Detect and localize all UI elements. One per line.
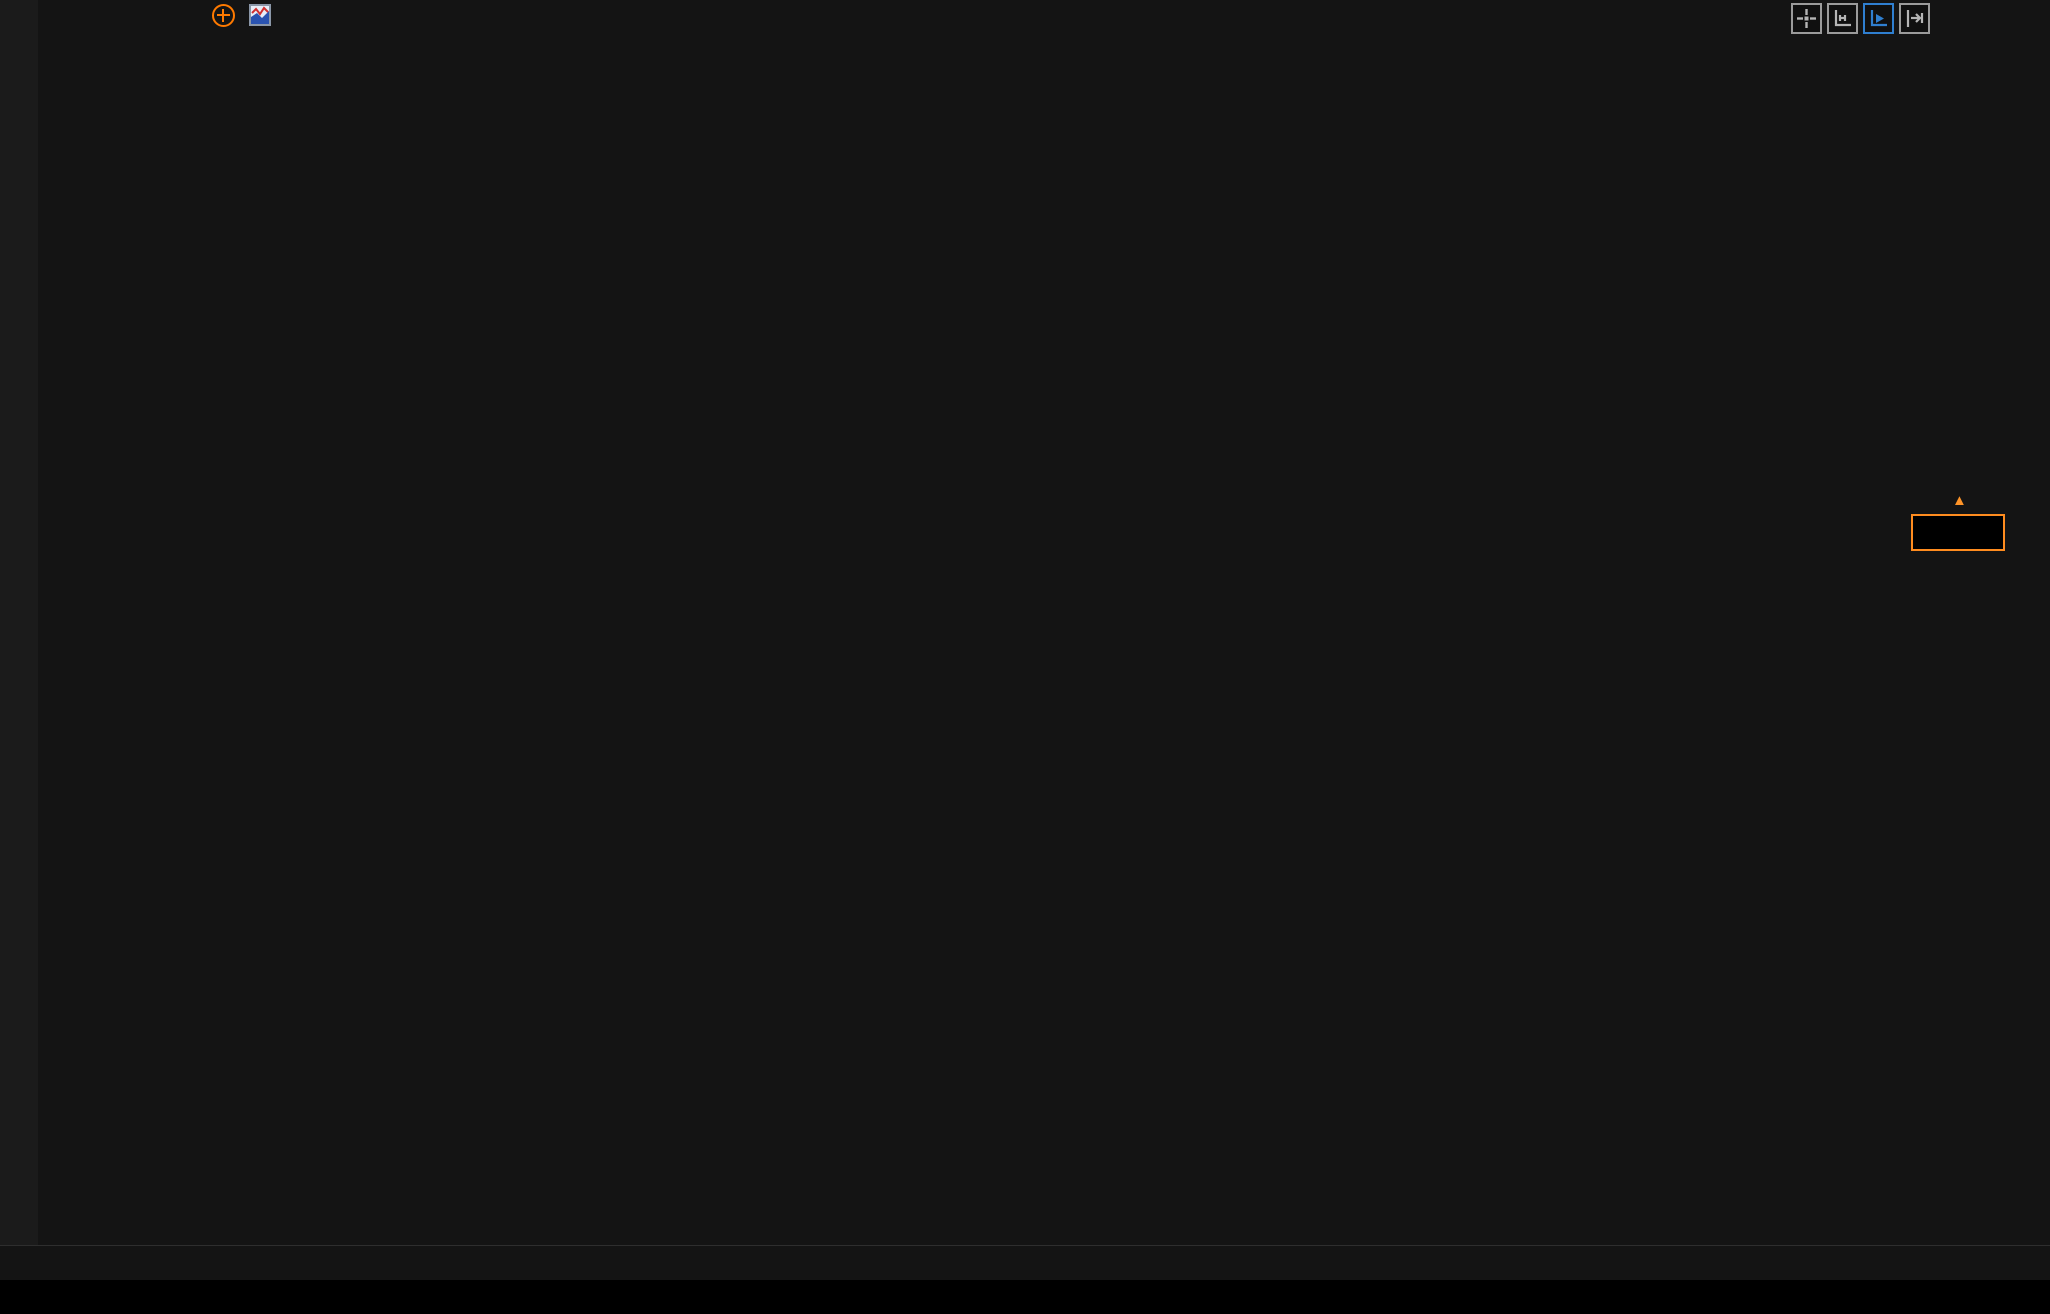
indicator-tab-bar [0,1280,2050,1314]
cci-pane-header [147,1062,157,1084]
chart-thumbnail-icon[interactable] [249,4,271,26]
chart-canvas[interactable] [38,30,2050,1245]
rsi-pane-header [173,956,219,978]
sidebar [0,0,38,1245]
chart-header [190,1,327,29]
chart-application: ▲ [0,0,2050,1314]
period-selector[interactable] [150,1251,156,1274]
date-axis-row [0,1245,2050,1281]
macd-pane-header [173,818,219,840]
add-indicator-icon[interactable] [212,3,235,27]
price-up-arrow-icon: ▲ [1952,492,1967,509]
current-price-tag [1911,514,2005,551]
